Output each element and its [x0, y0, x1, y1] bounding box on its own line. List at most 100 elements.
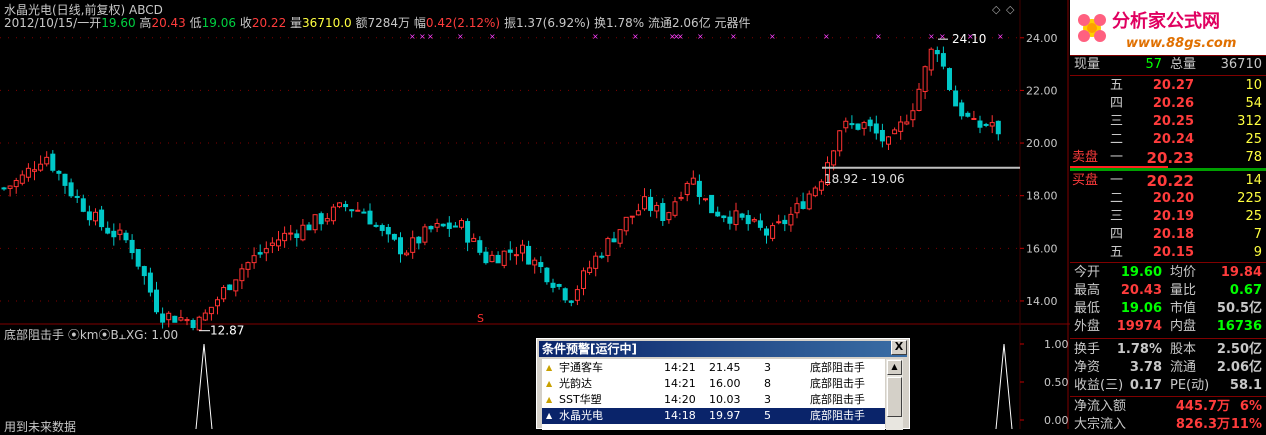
candle-body [904, 121, 910, 125]
candle-body [520, 244, 525, 254]
candle-body [501, 250, 507, 266]
candle-body [587, 267, 593, 273]
alert-icon: ▲ [546, 379, 553, 388]
candle-body [898, 121, 904, 132]
candle-body [678, 196, 684, 200]
candle-body [538, 262, 544, 268]
candle-body [617, 229, 623, 244]
candle-body [410, 237, 416, 253]
scroll-up-icon[interactable]: ▲ [887, 360, 902, 375]
candle-body [812, 187, 818, 197]
low-label: 12.87 [210, 324, 244, 338]
scrollbar[interactable]: ▲ [886, 359, 903, 430]
signal-marker: × [875, 32, 882, 41]
alert-formula: 底部阻击手 [810, 393, 865, 406]
candle-body [794, 203, 800, 214]
y-tick-label: 18.00 [1026, 190, 1058, 203]
diamond-icon: ◇ [1006, 3, 1015, 16]
candle-body [38, 163, 44, 171]
candle-body [703, 198, 708, 201]
candle-body [459, 220, 464, 228]
candle-body [141, 266, 147, 277]
candle-body [574, 289, 580, 301]
y-tick-label: 20.00 [1026, 137, 1058, 150]
candle-body [190, 319, 196, 329]
candle-body [56, 170, 62, 174]
candle-body [959, 102, 965, 117]
candle-body [294, 233, 300, 238]
alert-row[interactable]: ▲ 光韵达 14:21 16.00 8 底部阻击手 [542, 376, 885, 392]
candle-body [550, 282, 556, 288]
quote-panel: 分析家公式网 www.88gs.com 现量 57 总量 36710 五 20.27 10 四… [1070, 0, 1266, 432]
candle-body [977, 120, 983, 128]
candle-body [605, 238, 611, 256]
stat-row: 今开 19.60 均价 19.84 [1074, 265, 1262, 280]
alert-row[interactable]: ▲ SST华塑 14:20 10.03 3 底部阻击手 [542, 392, 885, 408]
candle-body [818, 181, 824, 191]
stat2-row: 换手 1.78% 股本 2.50亿 [1074, 342, 1262, 357]
candle-body [684, 182, 690, 196]
flow-row: 净流入额 445.7万 6% [1074, 399, 1262, 414]
alert-icon: ▲ [546, 395, 553, 404]
candle-body [68, 182, 74, 197]
candle-body [648, 196, 654, 211]
candle-body [263, 248, 269, 254]
indicator-footer: 用到未来数据 [4, 420, 77, 434]
candle-body [202, 312, 208, 321]
candle-body [532, 259, 538, 266]
alert-icon: ▲ [546, 411, 553, 420]
candle-body [843, 120, 849, 129]
alert-window-title[interactable]: 条件预警[运行中] [539, 341, 907, 357]
candle-body [477, 240, 483, 253]
candle-body [129, 239, 135, 254]
y-tick-label: 16.00 [1026, 242, 1058, 255]
candle-body [178, 317, 184, 321]
alert-window[interactable]: 条件预警[运行中] X ▲ 宇通客车 14:21 21.45 3 底部阻击手 ▲ 光韵达 14:… [536, 338, 910, 430]
candle-body [733, 210, 739, 226]
alert-price: 10.03 [709, 393, 741, 406]
scroll-thumb[interactable] [887, 377, 902, 417]
sell-row: 二 20.24 25 [1110, 132, 1262, 147]
candle-body [471, 237, 477, 242]
alert-time: 14:21 [664, 361, 696, 374]
sell-row: 卖盘一 20.23 78 [1072, 149, 1262, 167]
candle-body [892, 129, 898, 135]
alert-row[interactable]: ▲ 宇通客车 14:21 21.45 3 底部阻击手 [542, 360, 885, 376]
candle-body [806, 193, 812, 210]
indicator-tick-label: 0.50 [1044, 376, 1069, 389]
candle-body [111, 230, 117, 238]
candle-body [831, 150, 837, 166]
candle-body [74, 195, 80, 198]
candle-body [995, 120, 1001, 135]
signal-marker: × [457, 32, 464, 41]
candle-body [495, 254, 501, 264]
close-button[interactable]: X [891, 340, 907, 355]
radio-km-icon[interactable]: ⦿ [68, 328, 80, 342]
alert-row[interactable]: ▲ 水晶光电 14:18 19.97 5 底部阻击手 [542, 408, 885, 424]
candle-body [312, 214, 318, 231]
candle-body [19, 174, 25, 184]
alert-formula: 底部阻击手 [810, 361, 865, 374]
signal-marker: × [730, 32, 737, 41]
candle-body [886, 136, 891, 145]
candle-body [629, 215, 635, 218]
alert-list[interactable]: ▲ 宇通客车 14:21 21.45 3 底部阻击手 ▲ 光韵达 14:21 16.00 8 底部阻击… [542, 359, 885, 430]
candle-body [233, 279, 239, 292]
candle-body [276, 239, 281, 247]
candle-body [593, 255, 599, 269]
candle-body [373, 224, 379, 227]
logo: 分析家公式网 www.88gs.com [1070, 0, 1266, 55]
candle-body [288, 232, 294, 235]
buy-row: 五 20.15 9 [1110, 245, 1262, 260]
candle-body [623, 216, 629, 232]
sell-row: 四 20.26 54 [1110, 96, 1262, 111]
date: 2012/10/15/一 [4, 16, 90, 30]
candle-body [581, 270, 586, 289]
candle-body [440, 223, 446, 227]
candle-body [99, 209, 105, 228]
candle-body [239, 268, 245, 282]
signal-marker: × [677, 32, 684, 41]
panel-separator [1070, 396, 1266, 397]
signal-marker: × [427, 32, 434, 41]
radio-b-icon[interactable]: ⦿ [99, 328, 111, 342]
